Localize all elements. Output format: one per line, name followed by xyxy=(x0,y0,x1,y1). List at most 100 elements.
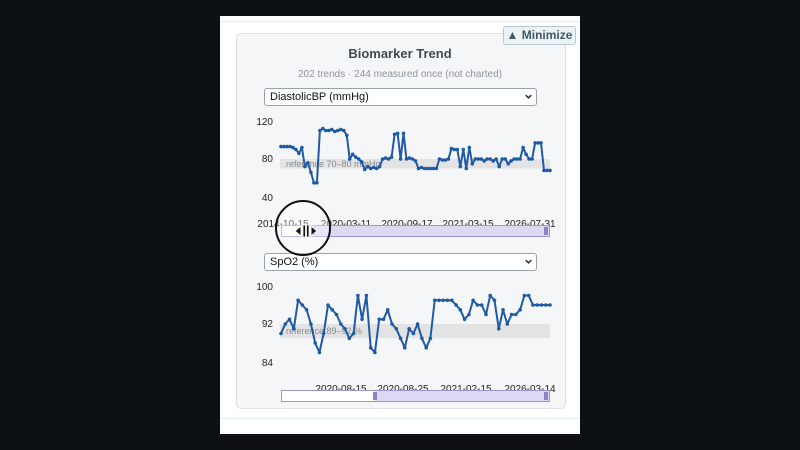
data-point xyxy=(385,308,390,312)
time-range-slider-2[interactable] xyxy=(281,390,550,402)
data-point xyxy=(306,161,310,165)
data-point xyxy=(377,317,381,322)
data-point xyxy=(330,308,334,312)
data-point xyxy=(420,336,424,341)
data-point xyxy=(455,147,460,152)
data-point xyxy=(458,308,463,312)
data-point xyxy=(535,303,539,307)
data-point xyxy=(292,327,296,331)
data-point xyxy=(518,308,522,312)
data-point xyxy=(342,128,346,133)
data-point xyxy=(297,151,301,156)
data-point xyxy=(497,327,501,331)
data-point xyxy=(407,327,411,331)
data-point xyxy=(279,331,283,336)
data-point xyxy=(345,133,349,138)
data-point xyxy=(482,159,487,163)
data-point xyxy=(303,164,307,169)
data-point xyxy=(362,167,367,172)
data-point xyxy=(364,293,369,298)
data-point xyxy=(334,312,339,317)
data-point xyxy=(462,317,467,322)
data-point xyxy=(458,164,463,169)
data-point xyxy=(464,166,469,171)
data-point xyxy=(330,127,334,132)
data-point xyxy=(526,293,531,298)
data-point xyxy=(389,155,394,159)
data-point xyxy=(471,298,475,303)
data-point xyxy=(539,141,543,145)
top-divider xyxy=(220,21,580,22)
data-point xyxy=(446,157,451,161)
page-container: ▲ Minimize Biomarker Trend 202 trends · … xyxy=(220,16,580,434)
data-point xyxy=(524,152,528,157)
resize-cursor-icon xyxy=(294,224,318,238)
data-point xyxy=(411,331,416,336)
y-tick-label: 84 xyxy=(262,358,274,369)
data-point xyxy=(368,346,373,350)
range-handle-left[interactable] xyxy=(373,392,378,400)
minimize-button[interactable]: ▲ Minimize xyxy=(503,26,576,45)
range-handle-right[interactable] xyxy=(544,392,548,400)
data-point xyxy=(467,312,471,317)
data-point xyxy=(326,303,330,307)
range-handle-right[interactable] xyxy=(544,227,548,235)
data-point xyxy=(531,303,535,307)
data-point xyxy=(461,147,466,152)
data-point xyxy=(347,336,352,341)
data-point xyxy=(309,170,313,175)
data-point xyxy=(539,303,544,307)
data-point xyxy=(377,164,382,169)
data-point xyxy=(359,160,364,164)
data-point xyxy=(398,336,403,341)
data-point xyxy=(394,327,399,331)
data-point xyxy=(432,298,437,303)
data-point xyxy=(374,166,379,171)
y-tick-label: 92 xyxy=(262,319,274,330)
panel-subtitle: 202 trends · 244 measured once (not char… xyxy=(297,69,502,80)
data-point xyxy=(353,155,358,159)
range-unselected xyxy=(282,391,376,401)
data-point xyxy=(454,303,458,307)
data-point xyxy=(509,159,513,163)
data-point xyxy=(479,303,484,307)
data-point xyxy=(304,308,309,312)
data-point xyxy=(475,303,480,307)
data-point xyxy=(321,331,326,336)
data-point xyxy=(548,168,552,173)
y-tick-label: 100 xyxy=(256,282,273,293)
diastolic-series xyxy=(279,126,552,185)
data-point xyxy=(351,331,356,336)
data-point xyxy=(300,145,304,150)
data-point xyxy=(548,303,552,307)
data-point xyxy=(509,312,514,317)
select-value: SpO2 (%) xyxy=(270,256,319,268)
data-point xyxy=(403,346,407,350)
chevron-down-icon xyxy=(525,259,532,264)
minimize-label: ▲ Minimize xyxy=(506,28,573,42)
data-point xyxy=(386,157,391,161)
data-point xyxy=(296,298,300,303)
data-point xyxy=(317,350,322,355)
data-point xyxy=(506,162,511,166)
data-point xyxy=(390,322,394,326)
y-tick-label: 40 xyxy=(262,193,274,204)
diastolic-bp-chart: reference 70–80 mmHg 120 80 40 2014-10-1… xyxy=(256,117,556,230)
data-point xyxy=(445,298,450,303)
data-point xyxy=(505,322,510,326)
data-point xyxy=(521,145,525,150)
data-point xyxy=(410,157,415,161)
data-point xyxy=(497,164,502,169)
data-point xyxy=(398,157,403,161)
y-tick-label: 80 xyxy=(262,154,274,165)
data-point xyxy=(343,327,347,331)
data-point xyxy=(484,312,488,317)
data-point xyxy=(437,298,441,303)
data-point xyxy=(294,147,298,152)
biomarker-select-1[interactable]: DiastolicBP (mmHg) xyxy=(264,88,537,106)
data-point xyxy=(450,298,454,303)
data-point xyxy=(309,322,313,326)
data-point xyxy=(494,157,499,161)
data-point xyxy=(287,317,292,322)
series-line xyxy=(281,127,550,184)
